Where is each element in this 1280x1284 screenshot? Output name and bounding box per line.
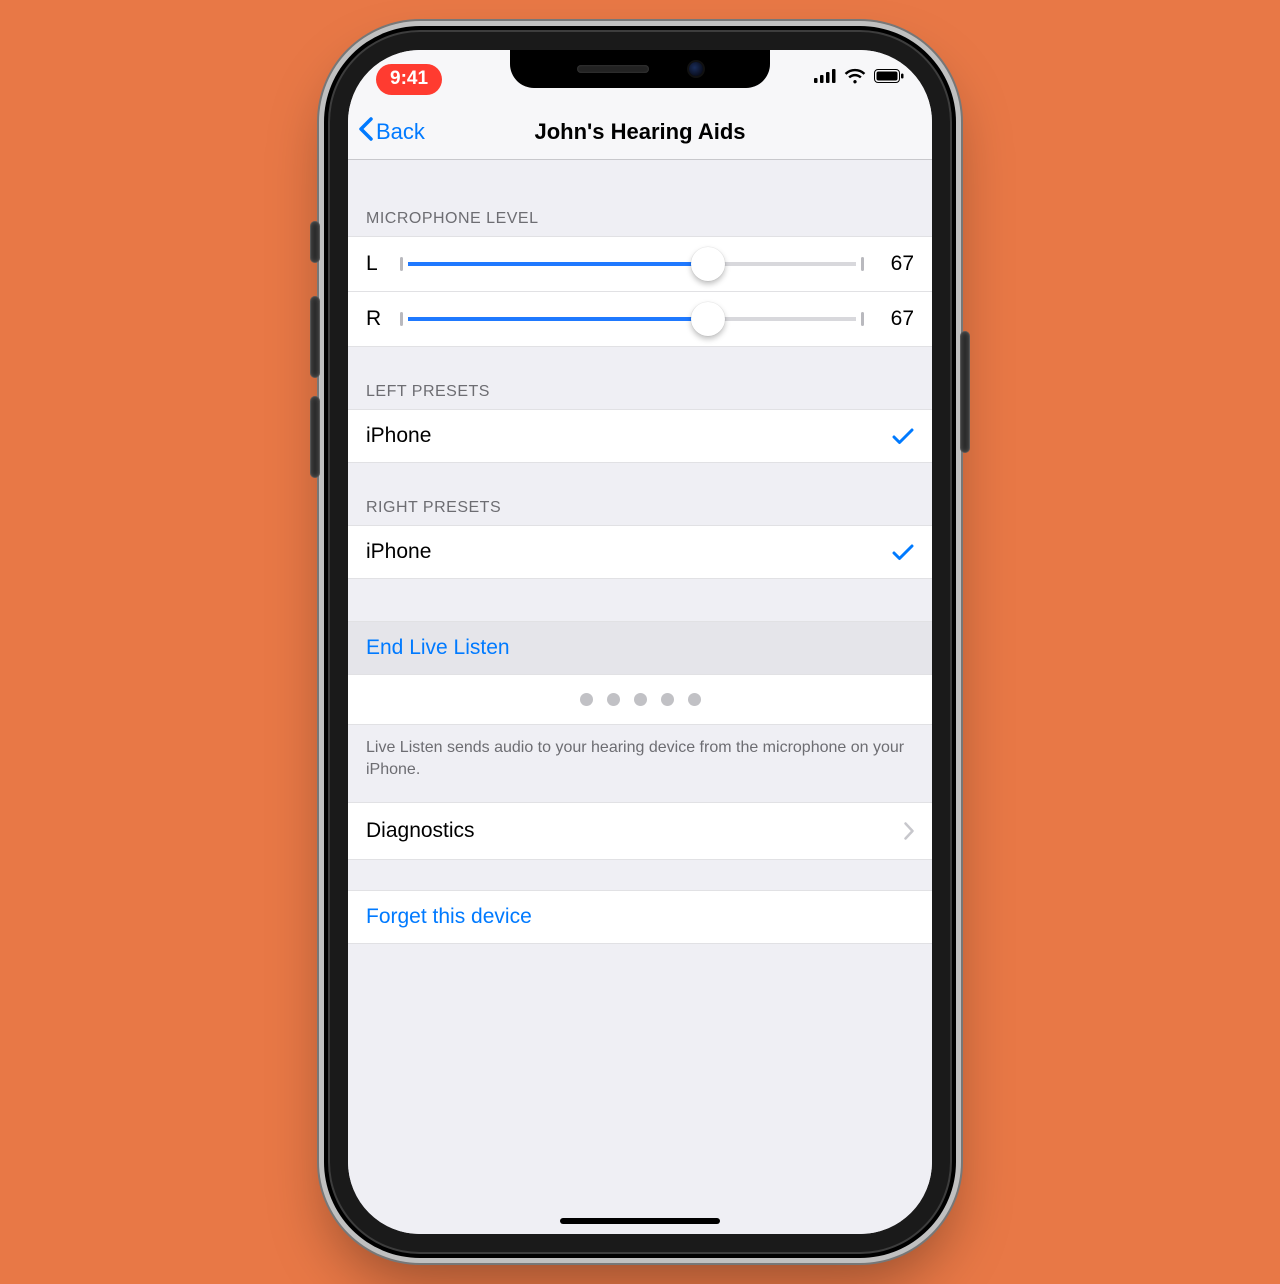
- diagnostics-label: Diagnostics: [366, 819, 475, 843]
- content: MICROPHONE LEVEL L 67 R: [348, 160, 932, 1234]
- status-icons: [814, 64, 904, 84]
- home-indicator[interactable]: [560, 1218, 720, 1224]
- phone-frame: 9:41: [330, 32, 950, 1252]
- right-presets-header: RIGHT PRESETS: [348, 463, 932, 525]
- nav-bar: Back John's Hearing Aids: [348, 104, 932, 160]
- slider-max-tick: [861, 257, 864, 271]
- right-preset-label: iPhone: [366, 540, 431, 564]
- slider-min-tick: [400, 257, 403, 271]
- volume-up-btn: [311, 297, 319, 377]
- right-preset-iphone[interactable]: iPhone: [348, 525, 932, 579]
- checkmark-icon: [892, 427, 914, 445]
- mic-left-row: L 67: [348, 236, 932, 292]
- live-listen-level-meter: [348, 675, 932, 725]
- volume-down-btn: [311, 397, 319, 477]
- mic-level-header: MICROPHONE LEVEL: [348, 160, 932, 236]
- mic-right-fill: [408, 317, 708, 321]
- notch: [510, 50, 770, 88]
- chevron-left-icon: [358, 117, 376, 147]
- chevron-right-icon: [904, 822, 914, 840]
- slider-min-tick: [400, 312, 403, 326]
- page-title: John's Hearing Aids: [534, 119, 745, 145]
- forget-device-button[interactable]: Forget this device: [348, 890, 932, 944]
- cellular-icon: [814, 69, 836, 83]
- slider-max-tick: [861, 312, 864, 326]
- mic-right-thumb[interactable]: [691, 302, 725, 336]
- mic-left-value: 67: [878, 252, 914, 276]
- back-label: Back: [376, 119, 425, 145]
- wifi-icon: [844, 68, 866, 84]
- power-btn: [961, 332, 969, 452]
- recording-time-pill[interactable]: 9:41: [376, 64, 442, 95]
- checkmark-icon: [892, 543, 914, 561]
- screen: 9:41: [348, 50, 932, 1234]
- level-dot: [607, 693, 620, 706]
- level-dot: [580, 693, 593, 706]
- front-camera: [689, 62, 703, 76]
- mic-right-label: R: [366, 307, 386, 331]
- live-listen-description: Live Listen sends audio to your hearing …: [348, 725, 932, 802]
- diagnostics-row[interactable]: Diagnostics: [348, 802, 932, 860]
- mic-right-row: R 67: [348, 292, 932, 347]
- end-live-listen-button[interactable]: End Live Listen: [348, 621, 932, 675]
- level-dot: [688, 693, 701, 706]
- level-dot: [661, 693, 674, 706]
- battery-icon: [874, 69, 904, 83]
- mic-left-label: L: [366, 252, 386, 276]
- left-preset-label: iPhone: [366, 424, 431, 448]
- forget-device-label: Forget this device: [366, 905, 532, 929]
- mic-left-slider[interactable]: [400, 249, 864, 279]
- end-live-listen-label: End Live Listen: [366, 636, 510, 660]
- mic-right-value: 67: [878, 307, 914, 331]
- mute-switch: [311, 222, 319, 262]
- left-preset-iphone[interactable]: iPhone: [348, 409, 932, 463]
- left-presets-header: LEFT PRESETS: [348, 347, 932, 409]
- earpiece-speaker: [577, 65, 649, 73]
- back-button[interactable]: Back: [358, 117, 425, 147]
- mic-left-fill: [408, 262, 708, 266]
- level-dot: [634, 693, 647, 706]
- mic-right-slider[interactable]: [400, 304, 864, 334]
- mic-left-thumb[interactable]: [691, 247, 725, 281]
